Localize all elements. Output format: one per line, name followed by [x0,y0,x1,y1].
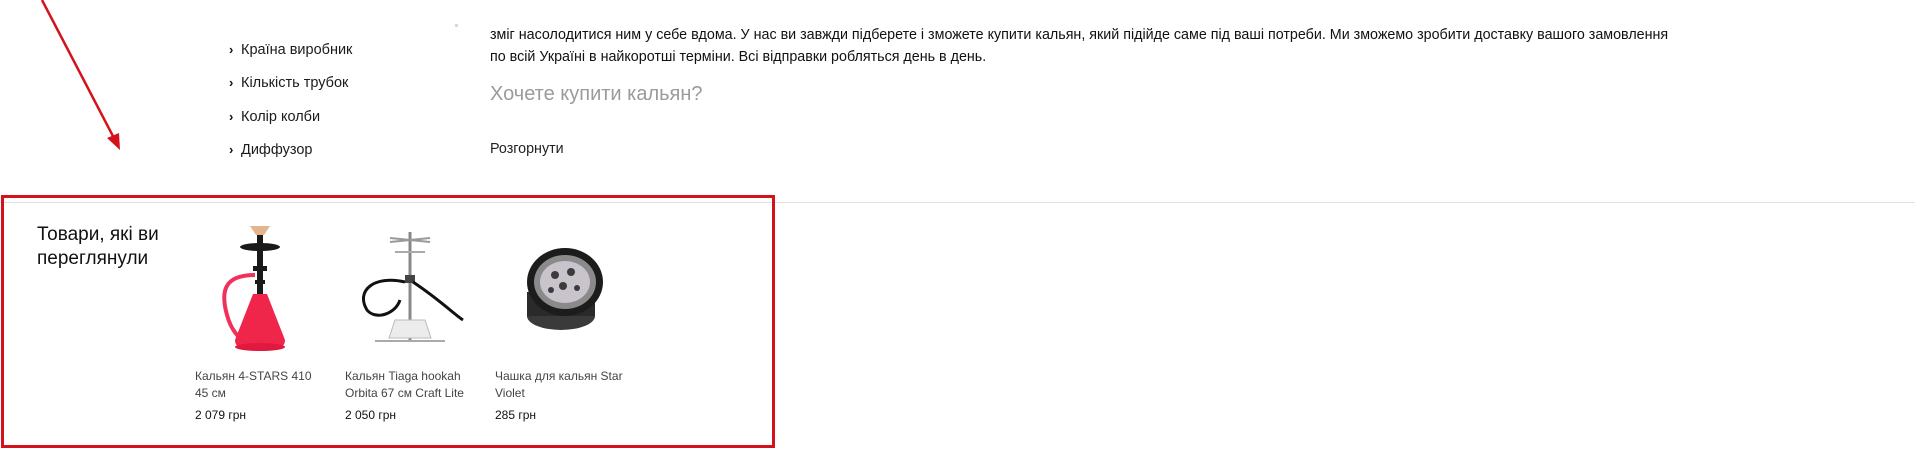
category-description: зміг насолодитися ним у себе вдома. У на… [490,24,1680,68]
annotation-arrow-icon [40,0,120,150]
description-line: зміг насолодитися ним у себе вдома. У на… [490,27,1669,43]
product-name[interactable]: Кальян Tiaga hookah Orbita 67 см Craft L… [345,368,475,402]
product-price: 2 079 грн [195,408,247,422]
steel-hookah-image[interactable] [345,220,475,355]
filter-country[interactable]: › Країна виробник [229,38,352,71]
product-price: 2 050 грн [345,408,397,422]
text-fade-overlay [490,118,1680,128]
filter-label: Країна виробник [241,42,353,58]
filter-diffuser[interactable]: › Диффузор [229,138,352,171]
product-name[interactable]: Чашка для кальян Star Violet [495,368,625,402]
expand-link[interactable]: Розгорнути [490,141,564,157]
product-name[interactable]: Кальян 4-STARS 410 45 см [195,368,325,402]
filter-list: › Країна виробник › Кількість трубок › Колі… [229,38,352,171]
hookah-bowl-image[interactable] [495,220,625,355]
viewed-products-title: Товари, які ви переглянули [37,224,159,269]
filter-label: Диффузор [241,141,313,158]
divider-mark [455,24,458,27]
filter-label: Колір колби [241,108,321,125]
chevron-right-icon: › [229,141,234,157]
chevron-right-icon: › [229,75,234,91]
chevron-right-icon: › [229,108,234,124]
chevron-right-icon: › [229,42,234,57]
filter-label: Кількість трубок [241,75,349,92]
red-hookah-image[interactable] [195,220,325,355]
description-line: по всій Україні в найкоротші терміни. Вс… [490,49,987,65]
product-price: 285 грн [495,408,537,422]
filter-flask-color[interactable]: › Колір колби [229,105,352,138]
description-heading: Хочете купити кальян? [490,83,703,105]
filter-pipes[interactable]: › Кількість трубок [229,71,352,104]
